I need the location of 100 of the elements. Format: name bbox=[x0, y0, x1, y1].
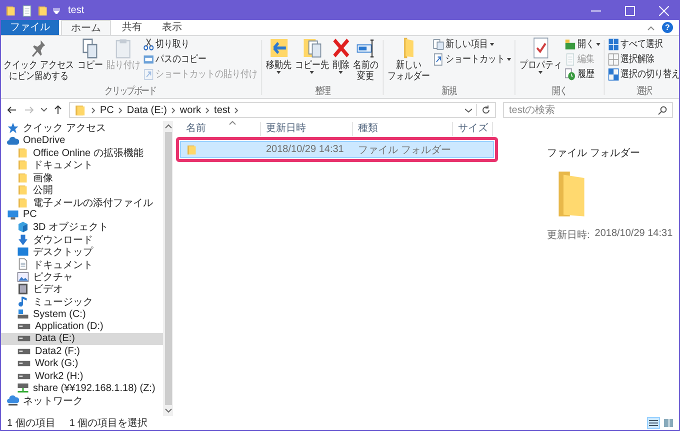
column-header[interactable]: 名前 bbox=[181, 122, 261, 136]
network-drive-icon bbox=[17, 382, 29, 394]
nav-item[interactable]: share (¥¥192.168.1.18) (Z:) bbox=[1, 382, 163, 395]
nav-item[interactable]: Data2 (F:) bbox=[1, 345, 163, 358]
nav-item[interactable]: Work (G:) bbox=[1, 357, 163, 370]
ribbon-tab[interactable]: ファイル bbox=[1, 20, 59, 35]
history-icon bbox=[564, 68, 576, 80]
drive-icon bbox=[17, 335, 31, 342]
search-field[interactable]: testの検索 bbox=[503, 102, 673, 118]
ribbon-button[interactable]: プロパティ bbox=[518, 37, 564, 74]
nav-item[interactable]: ドキュメント bbox=[1, 258, 163, 271]
drive-icon bbox=[17, 322, 31, 330]
nav-item[interactable]: ビデオ bbox=[1, 283, 163, 296]
ribbon-button[interactable]: 移動先 bbox=[264, 37, 294, 74]
button-label: 貼り付け bbox=[106, 60, 140, 71]
button-label: 新しい項目 bbox=[446, 38, 488, 51]
nav-item[interactable]: クイック アクセス bbox=[1, 122, 163, 134]
scrollbar[interactable] bbox=[163, 121, 173, 416]
details-view-button[interactable] bbox=[647, 417, 660, 429]
column-header[interactable]: 更新日時 bbox=[261, 122, 353, 136]
chevron-icon[interactable] bbox=[234, 106, 240, 114]
nav-item[interactable]: デスクトップ bbox=[1, 246, 163, 258]
caret-icon[interactable] bbox=[465, 108, 472, 112]
nav-item[interactable]: Application (D:) bbox=[1, 320, 163, 333]
film-icon bbox=[17, 283, 29, 296]
status-text: 1 個の項目を選択 bbox=[69, 417, 148, 430]
nav-item[interactable]: 3D オブジェクト bbox=[1, 221, 163, 234]
folder-icon[interactable] bbox=[5, 4, 17, 16]
ribbon-button[interactable]: すべて選択 bbox=[607, 37, 679, 51]
breadcrumb[interactable]: test bbox=[214, 104, 230, 116]
nav-item[interactable]: ダウンロード bbox=[1, 234, 163, 246]
ribbon-button[interactable]: 履歴 bbox=[564, 67, 602, 81]
button-label: コピー先 bbox=[295, 60, 330, 71]
ribbon-button[interactable]: 名前の 変更 bbox=[351, 37, 380, 82]
button-label: コピー bbox=[77, 60, 103, 71]
nav-item[interactable]: OneDrive bbox=[1, 134, 163, 147]
sort-caret-icon bbox=[229, 121, 236, 125]
column-header[interactable]: 種類 bbox=[353, 122, 453, 136]
back-arrow-icon[interactable] bbox=[7, 106, 17, 114]
nav-item[interactable]: System (C:) bbox=[1, 308, 163, 320]
ribbon-button[interactable]: 選択の切り替え bbox=[607, 67, 679, 81]
ribbon-button[interactable]: 新しい フォルダー bbox=[386, 37, 432, 82]
nav-item[interactable]: Data (E:) bbox=[1, 332, 163, 346]
cloud-icon bbox=[7, 134, 19, 147]
button-label: クイック アクセス bbox=[4, 60, 74, 71]
ribbon-button[interactable]: クイック アクセス にピン留めする bbox=[2, 37, 76, 82]
ribbon-button[interactable]: 切り取り bbox=[142, 37, 259, 51]
help-button[interactable]: ? bbox=[662, 22, 673, 33]
breadcrumb[interactable]: PC bbox=[100, 104, 114, 116]
table-cell-text: ファイル フォルダー bbox=[358, 144, 451, 156]
refresh-icon[interactable] bbox=[481, 105, 491, 115]
ribbon-button[interactable]: パスのコピー bbox=[142, 52, 259, 66]
column-header[interactable]: サイズ bbox=[453, 122, 493, 136]
up-arrow-icon[interactable] bbox=[54, 105, 62, 115]
ribbon-button[interactable]: ショートカット bbox=[432, 52, 512, 66]
nav-item[interactable]: 公開 bbox=[1, 184, 163, 196]
collapse-ribbon-icon[interactable] bbox=[647, 24, 655, 30]
scroll-down-icon[interactable] bbox=[164, 408, 172, 413]
chevron-icon[interactable] bbox=[205, 106, 210, 114]
ribbon-tab[interactable]: ホーム bbox=[61, 20, 111, 35]
shortcut-icon bbox=[142, 68, 154, 80]
chevron-icon[interactable] bbox=[91, 106, 96, 114]
breadcrumb[interactable]: work bbox=[180, 104, 202, 116]
ribbon-button[interactable]: 削除 bbox=[330, 37, 352, 74]
file-row[interactable]: 2018/10/29 14:31 ファイル フォルダー bbox=[181, 142, 493, 157]
nav-item[interactable]: PC bbox=[1, 208, 163, 222]
document-icon[interactable] bbox=[21, 4, 33, 16]
nav-item[interactable]: Work2 (H:) bbox=[1, 370, 163, 382]
clipboard-icon bbox=[115, 37, 132, 59]
caret-icon[interactable] bbox=[41, 108, 47, 112]
nav-item[interactable]: ミュージック bbox=[1, 295, 163, 308]
folder-icon bbox=[74, 104, 87, 116]
group-label: 選択 bbox=[636, 86, 652, 98]
ribbon-tab[interactable]: 表示 bbox=[153, 20, 191, 35]
button-label: 移動先 bbox=[266, 60, 292, 71]
nav-item[interactable]: 画像 bbox=[1, 172, 163, 184]
ribbon-button[interactable]: コピー先 bbox=[293, 37, 331, 74]
ribbon-button[interactable]: 新しい項目 bbox=[432, 37, 512, 51]
nav-item[interactable]: 電子メールの添付ファイル bbox=[1, 196, 163, 209]
button-label: フォルダー bbox=[388, 71, 430, 82]
ribbon-button[interactable]: 開く bbox=[564, 37, 602, 51]
folder-icon[interactable] bbox=[37, 4, 49, 16]
nav-item[interactable]: ネットワーク bbox=[1, 394, 163, 407]
ribbon-tab[interactable]: 共有 bbox=[113, 20, 151, 35]
breadcrumb[interactable]: Data (E:) bbox=[126, 104, 167, 116]
picture-icon bbox=[17, 270, 29, 283]
address-bar[interactable]: PC Data (E:) work test bbox=[69, 102, 496, 118]
details-value: 2018/10/29 14:31 bbox=[594, 228, 673, 241]
ribbon-button[interactable]: コピー bbox=[76, 37, 105, 71]
chevron-icon[interactable] bbox=[170, 106, 176, 114]
nav-item[interactable]: Office Online の拡張機能 bbox=[1, 146, 163, 160]
music-note-icon bbox=[17, 296, 29, 308]
scroll-thumb[interactable] bbox=[164, 132, 172, 405]
ribbon-button[interactable]: 選択解除 bbox=[607, 52, 679, 66]
chevron-icon[interactable] bbox=[118, 106, 123, 114]
nav-item[interactable]: ピクチャ bbox=[1, 270, 163, 284]
nav-item[interactable]: ドキュメント bbox=[1, 159, 163, 172]
button-label: すべて選択 bbox=[620, 38, 664, 51]
search-icon bbox=[658, 106, 667, 115]
scroll-up-icon[interactable] bbox=[164, 124, 172, 129]
